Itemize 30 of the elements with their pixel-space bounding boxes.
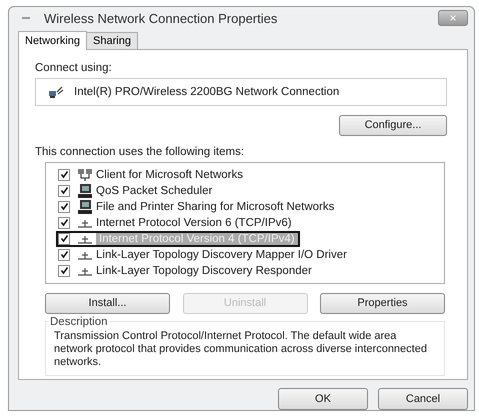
tab[interactable]: Networking [18,30,88,50]
connect-using-label: Connect using: [35,62,113,74]
dialog-button[interactable]: OK [278,388,368,410]
list-item[interactable]: QoS Packet Scheduler [56,182,214,199]
item-action-button[interactable]: Install... [45,292,170,314]
network-computers-icon [77,168,93,182]
computer-icon [77,184,93,198]
items-label: This connection uses the following items: [35,146,246,158]
checkbox[interactable] [58,216,70,229]
list-item[interactable]: File and Printer Sharing for Microsoft Networks [56,198,336,215]
dialog-button[interactable]: Cancel [378,388,468,410]
list-item[interactable]: Internet Protocol Version 6 (TCP/IPv6) [56,214,294,231]
checkbox[interactable] [58,248,70,261]
network-adapter-icon [48,84,64,99]
configure-button[interactable]: Configure... [339,114,447,136]
checkbox[interactable] [58,200,70,213]
list-item[interactable]: Link-Layer Topology Discovery Responder [56,262,314,279]
item-action-button[interactable]: Properties [320,292,445,314]
list-item[interactable]: Client for Microsoft Networks [56,166,245,183]
checkbox[interactable] [58,232,70,245]
computer-icon [77,200,93,214]
description-title: Description [49,316,109,328]
window-title: Wireless Network Connection Properties [44,10,278,26]
description-text: Transmission Control Protocol/Internet Protocol. The default wide area network protocol that provides communication across diverse interconnected networks. [54,330,428,369]
adapter-name: Intel(R) PRO/Wireless 2200BG Network Connection [74,86,340,98]
tab[interactable]: Sharing [86,32,138,49]
checkbox[interactable] [58,264,70,277]
list-item[interactable]: Link-Layer Topology Discovery Mapper I/O Driver [56,246,349,263]
checkbox[interactable] [58,184,70,197]
checkbox[interactable] [58,168,70,181]
